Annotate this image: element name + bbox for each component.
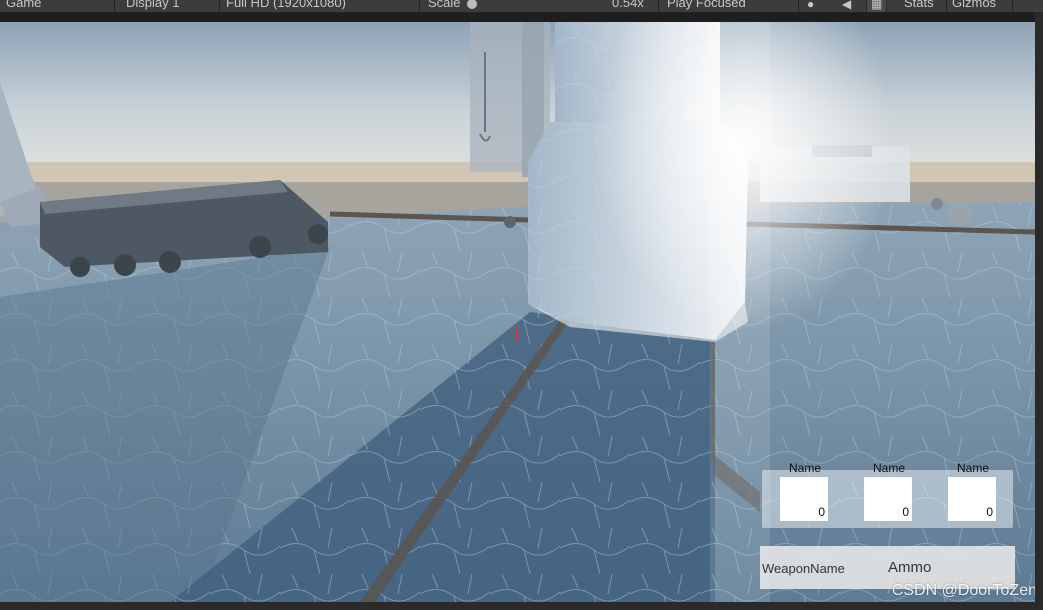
toolbar-divider bbox=[219, 0, 220, 12]
play-mode-dropdown[interactable]: Play Focused bbox=[667, 0, 746, 11]
slot-count: 0 bbox=[902, 505, 909, 519]
toolbar-divider bbox=[1012, 0, 1013, 12]
toolbar-divider bbox=[798, 0, 799, 12]
display-dropdown[interactable]: Display 1 bbox=[126, 0, 179, 11]
toolbar-divider bbox=[419, 0, 420, 12]
slot-box: 0 bbox=[780, 477, 828, 521]
toolbar-divider bbox=[114, 0, 115, 12]
grid-icon[interactable]: ▦ bbox=[866, 0, 888, 12]
stats-button[interactable]: Stats bbox=[904, 0, 934, 11]
watermark-text: CSDN @DoorToZen bbox=[891, 582, 1037, 599]
slot-count: 0 bbox=[818, 505, 825, 519]
bug-icon[interactable]: ● bbox=[807, 0, 814, 11]
slot-box: 0 bbox=[948, 477, 996, 521]
crosshair-icon bbox=[509, 326, 525, 342]
slot-name-label: Name bbox=[956, 461, 989, 475]
toolbar-divider bbox=[946, 0, 947, 12]
scale-label-text: Scale bbox=[428, 0, 461, 10]
slot-name-label: Name bbox=[788, 461, 821, 475]
weapon-name-label: WeaponName bbox=[762, 561, 845, 576]
slot-count: 0 bbox=[986, 505, 993, 519]
gizmos-button[interactable]: Gizmos bbox=[952, 0, 996, 11]
inventory-slots-panel: Name 0 Name 0 Name 0 bbox=[762, 461, 1013, 528]
game-tab-label[interactable]: Game bbox=[6, 0, 41, 11]
scale-value: 0.54x bbox=[612, 0, 644, 10]
slot-box: 0 bbox=[864, 477, 912, 521]
game-view-toolbar: Game Display 1 Full HD (1920x1080) Scale… bbox=[0, 0, 1043, 13]
ammo-label: Ammo bbox=[888, 559, 932, 576]
bottom-edge bbox=[0, 602, 1035, 610]
toolbar-divider bbox=[658, 0, 659, 12]
speaker-icon[interactable]: ◀ bbox=[842, 0, 851, 11]
slot-name-label: Name bbox=[872, 461, 905, 475]
scale-slider-handle[interactable] bbox=[466, 0, 477, 9]
scale-label: Scale bbox=[428, 0, 477, 11]
vertical-scrollbar[interactable] bbox=[1035, 12, 1043, 610]
resolution-dropdown[interactable]: Full HD (1920x1080) bbox=[226, 0, 346, 11]
